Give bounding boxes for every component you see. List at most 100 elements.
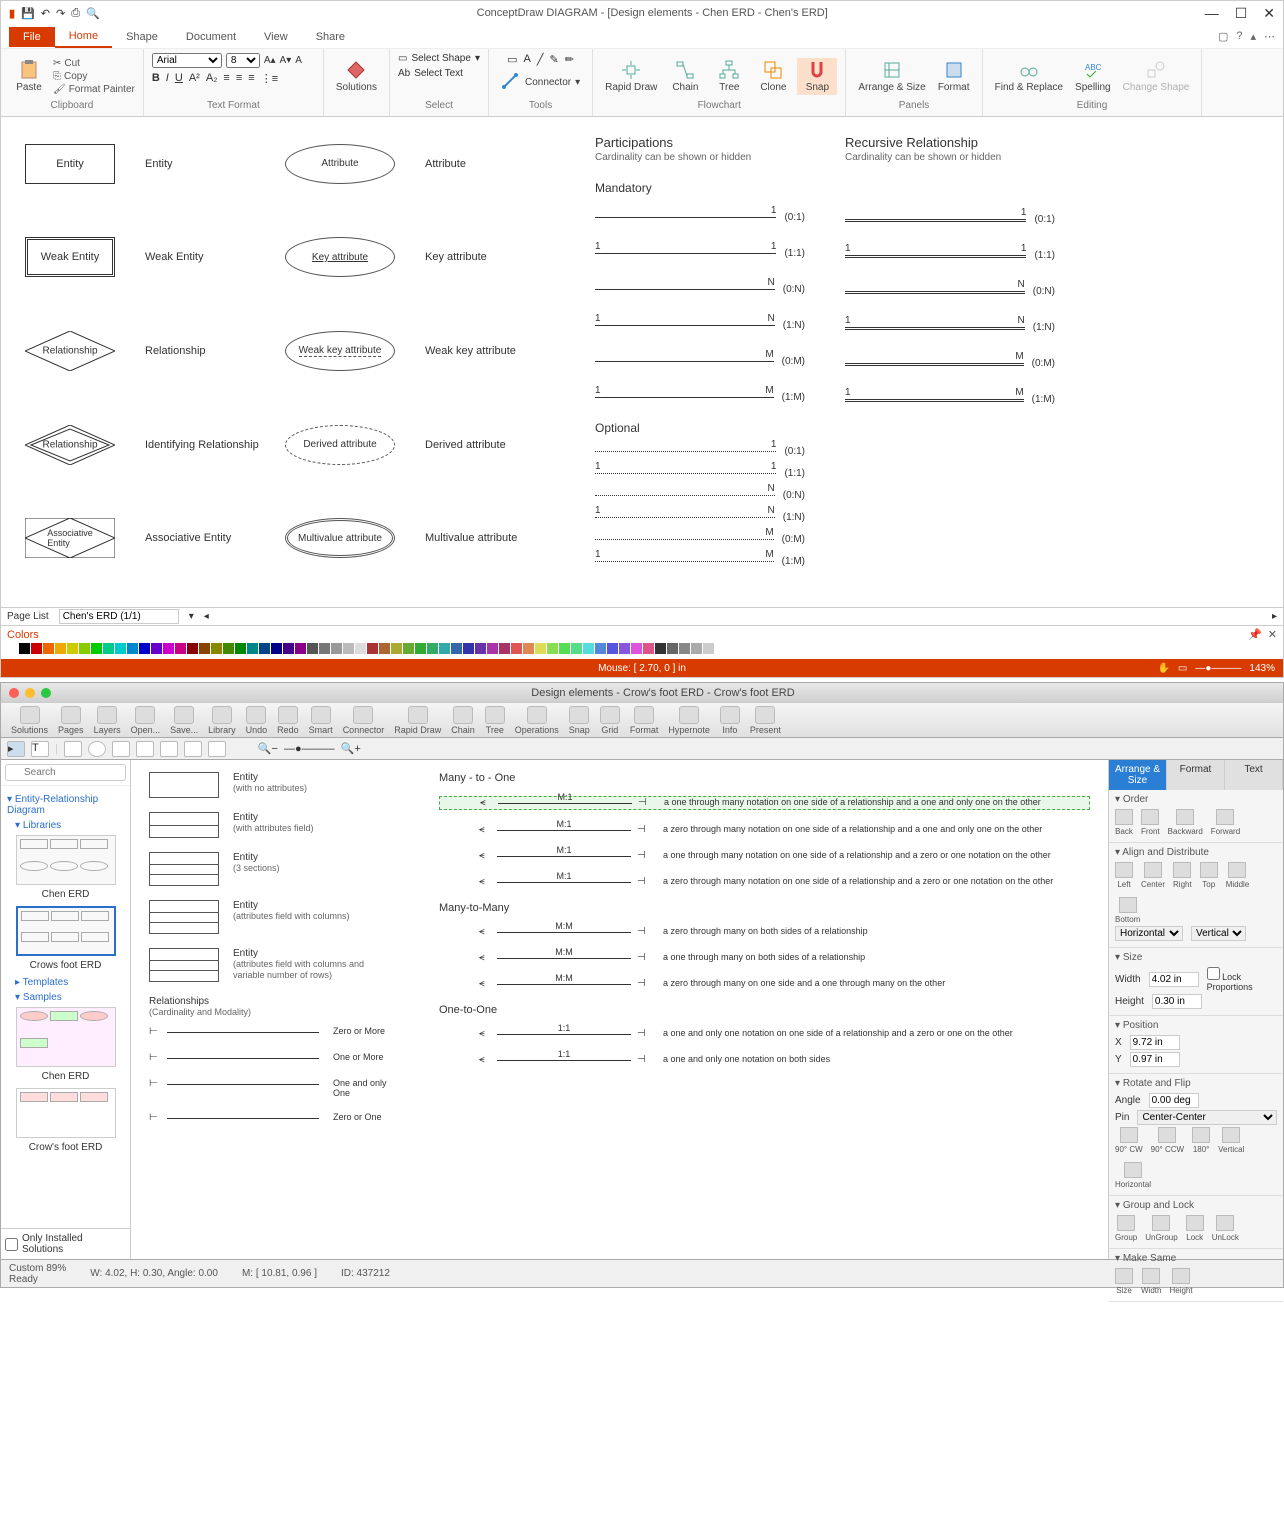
rel-row[interactable]: ⪪M:1⊣a zero through many notation on one… bbox=[439, 824, 1090, 836]
close-icon[interactable]: ✕ bbox=[1263, 5, 1275, 22]
connector-button[interactable]: Connector▾ bbox=[497, 70, 584, 94]
close-dot[interactable] bbox=[9, 688, 19, 698]
cardinality-line[interactable]: 1 bbox=[845, 207, 1026, 225]
rel-row[interactable]: ⪪M:M⊣a zero through many on one side and… bbox=[439, 978, 1090, 990]
color-swatch[interactable] bbox=[379, 643, 390, 654]
color-swatch[interactable] bbox=[223, 643, 234, 654]
page-dropdown-icon[interactable]: ▾ bbox=[189, 611, 194, 622]
insp-90-ccw[interactable]: 90° CCW bbox=[1151, 1127, 1184, 1154]
align-right-icon[interactable]: ≡ bbox=[248, 72, 254, 85]
tree-button[interactable]: Tree bbox=[709, 58, 749, 95]
color-swatch[interactable] bbox=[151, 643, 162, 654]
select-text-button[interactable]: AbSelect Text bbox=[398, 68, 463, 79]
color-swatch[interactable] bbox=[79, 643, 90, 654]
tool-rapid-draw[interactable]: Rapid Draw bbox=[390, 706, 445, 735]
bullets-icon[interactable]: ⋮≡ bbox=[261, 72, 278, 85]
cardinality-line[interactable]: N bbox=[595, 277, 775, 295]
identifying-rel-shape[interactable]: Relationship bbox=[25, 425, 115, 465]
color-swatch[interactable] bbox=[679, 643, 690, 654]
italic-button[interactable]: I bbox=[166, 72, 169, 85]
tool-hypernote[interactable]: Hypernote bbox=[664, 706, 714, 735]
maximize-icon[interactable]: ☐ bbox=[1235, 5, 1248, 22]
cardinality-line[interactable]: 11 bbox=[845, 243, 1026, 261]
color-swatch[interactable] bbox=[247, 643, 258, 654]
color-swatch[interactable] bbox=[523, 643, 534, 654]
cardinality-line[interactable]: 1N bbox=[595, 313, 775, 331]
color-swatch[interactable] bbox=[319, 643, 330, 654]
only-installed-checkbox[interactable] bbox=[5, 1238, 18, 1251]
crow-entity-shape[interactable] bbox=[149, 900, 219, 934]
color-swatch[interactable] bbox=[499, 643, 510, 654]
cardinality-line[interactable]: 11 bbox=[595, 461, 776, 479]
tool-library[interactable]: Library bbox=[204, 706, 240, 735]
text-tool-icon[interactable]: A bbox=[524, 53, 531, 66]
qat-save-icon[interactable]: 💾 bbox=[21, 7, 35, 20]
insp-back[interactable]: Back bbox=[1115, 809, 1133, 836]
color-swatch[interactable] bbox=[403, 643, 414, 654]
insp-90-cw[interactable]: 90° CW bbox=[1115, 1127, 1143, 1154]
color-swatch[interactable] bbox=[631, 643, 642, 654]
rel-row[interactable]: ⪪M:M⊣a one through many on both sides of… bbox=[439, 952, 1090, 964]
snap-button[interactable]: Snap bbox=[797, 58, 837, 95]
color-swatch[interactable] bbox=[91, 643, 102, 654]
find-button[interactable]: Find & Replace bbox=[991, 58, 1067, 95]
scroll-right-icon[interactable]: ▸ bbox=[1272, 611, 1277, 622]
rel-line[interactable]: ⊢ bbox=[149, 1112, 319, 1124]
insp-forward[interactable]: Forward bbox=[1211, 809, 1240, 836]
color-swatch[interactable] bbox=[427, 643, 438, 654]
cardinality-line[interactable]: 1M bbox=[595, 549, 774, 567]
tab-shape[interactable]: Shape bbox=[112, 27, 172, 47]
horizontal-select[interactable]: Horizontal bbox=[1115, 926, 1183, 941]
color-swatch[interactable] bbox=[19, 643, 30, 654]
tool-redo[interactable]: Redo bbox=[273, 706, 303, 735]
insp-180-[interactable]: 180° bbox=[1192, 1127, 1210, 1154]
color-swatch[interactable] bbox=[235, 643, 246, 654]
tool-present[interactable]: Present bbox=[746, 706, 785, 735]
color-swatch[interactable] bbox=[259, 643, 270, 654]
color-swatch[interactable] bbox=[331, 643, 342, 654]
tool-save-[interactable]: Save... bbox=[166, 706, 202, 735]
weak-key-attr-shape[interactable]: Weak key attribute bbox=[285, 331, 395, 371]
qat-redo-icon[interactable]: ↷ bbox=[56, 7, 65, 20]
cut-button[interactable]: ✂Cut bbox=[53, 58, 135, 69]
insp-height[interactable]: Height bbox=[1169, 1268, 1192, 1295]
color-swatch[interactable] bbox=[655, 643, 666, 654]
cardinality-line[interactable]: 1 bbox=[595, 205, 776, 223]
color-swatch[interactable] bbox=[391, 643, 402, 654]
subscript-button[interactable]: A₂ bbox=[206, 72, 218, 85]
select-shape-button[interactable]: ▭Select Shape ▾ bbox=[398, 53, 480, 64]
rel-row[interactable]: ⪪M:M⊣a zero through many on both sides o… bbox=[439, 926, 1090, 938]
color-swatch[interactable] bbox=[31, 643, 42, 654]
color-swatch[interactable] bbox=[103, 643, 114, 654]
color-swatch[interactable] bbox=[583, 643, 594, 654]
insp-horizontal[interactable]: Horizontal bbox=[1115, 1162, 1151, 1189]
qat-search-icon[interactable]: 🔍 bbox=[86, 7, 100, 20]
tab-home[interactable]: Home bbox=[55, 26, 112, 48]
tool-smart[interactable]: Smart bbox=[305, 706, 337, 735]
insp-left[interactable]: Left bbox=[1115, 862, 1133, 889]
color-swatch[interactable] bbox=[643, 643, 654, 654]
color-swatch[interactable] bbox=[199, 643, 210, 654]
lock-proportions[interactable] bbox=[1207, 967, 1220, 980]
minimize-dot[interactable] bbox=[25, 688, 35, 698]
tab-text[interactable]: Text bbox=[1225, 760, 1283, 790]
angle-input[interactable] bbox=[1149, 1093, 1199, 1108]
crow-entity-shape[interactable] bbox=[149, 772, 219, 798]
line-tool[interactable] bbox=[112, 741, 130, 757]
chain-button[interactable]: Chain bbox=[665, 58, 705, 95]
tool-layers[interactable]: Layers bbox=[90, 706, 125, 735]
mac-canvas[interactable]: Entity(with no attributes)Entity(with at… bbox=[131, 760, 1108, 1259]
color-swatch[interactable] bbox=[43, 643, 54, 654]
insp-group[interactable]: Group bbox=[1115, 1215, 1137, 1242]
tab-view[interactable]: View bbox=[250, 27, 302, 47]
color-swatch[interactable] bbox=[127, 643, 138, 654]
crow-entity-shape[interactable] bbox=[149, 948, 219, 982]
help-icon[interactable]: ? bbox=[1236, 30, 1242, 43]
color-swatch[interactable] bbox=[691, 643, 702, 654]
line-tool-icon[interactable]: ╱ bbox=[537, 53, 544, 66]
zoom-dot[interactable] bbox=[41, 688, 51, 698]
cardinality-line[interactable]: 1M bbox=[845, 387, 1024, 405]
insp-middle[interactable]: Middle bbox=[1226, 862, 1250, 889]
chen-sample-thumb[interactable] bbox=[16, 1007, 116, 1067]
color-swatch[interactable] bbox=[487, 643, 498, 654]
